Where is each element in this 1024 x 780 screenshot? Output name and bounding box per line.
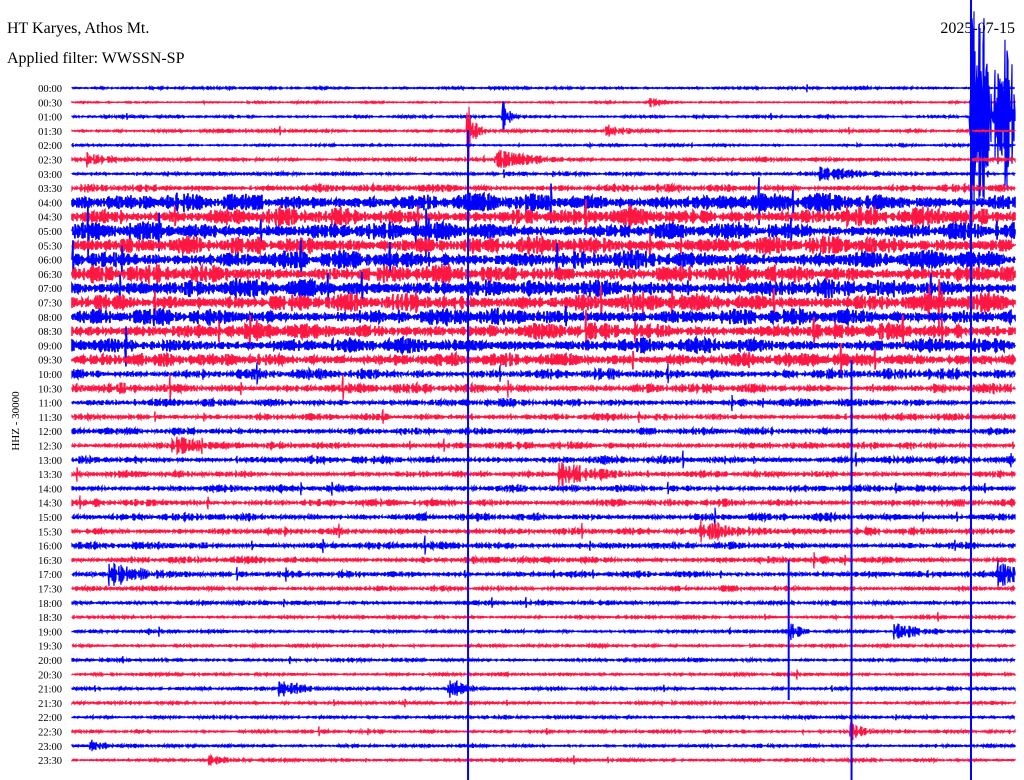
trace-23:00	[71, 739, 1016, 752]
row-label: 14:00	[38, 484, 62, 495]
trace-01:30	[71, 106, 1016, 158]
row-label: 10:30	[38, 384, 62, 395]
row-label: 17:00	[38, 570, 62, 581]
row-label: 05:00	[38, 227, 62, 238]
row-label: 18:30	[38, 613, 62, 624]
row-label: 05:30	[38, 241, 62, 252]
row-label: 02:00	[38, 141, 62, 152]
row-label: 13:30	[38, 470, 62, 481]
trace-19:30	[71, 641, 1016, 650]
trace-18:30	[71, 611, 1016, 622]
row-label: 06:00	[38, 256, 62, 267]
trace-18:00	[71, 596, 1016, 609]
trace-15:30	[71, 518, 1016, 543]
trace-12:00	[71, 425, 1016, 437]
row-label: 11:30	[38, 413, 62, 424]
trace-15:00	[71, 507, 1016, 528]
row-label: 15:30	[38, 527, 62, 538]
row-label: 20:30	[38, 670, 62, 681]
trace-23:30	[71, 753, 1016, 766]
row-label: 00:00	[38, 84, 62, 95]
trace-01:00	[71, 11, 1016, 226]
row-label: 13:00	[38, 456, 62, 467]
row-label: 10:00	[38, 370, 62, 381]
row-label: 09:30	[38, 356, 62, 367]
row-label: 15:00	[38, 513, 62, 524]
row-label: 04:00	[38, 198, 62, 209]
trace-03:30	[71, 181, 1016, 194]
trace-02:30	[71, 149, 1016, 169]
trace-11:00	[71, 394, 1016, 412]
trace-22:30	[71, 721, 1016, 741]
row-label: 01:00	[38, 113, 62, 124]
row-label: 14:30	[38, 499, 62, 510]
row-label: 20:00	[38, 656, 62, 667]
row-label: 17:30	[38, 585, 62, 596]
row-label: 02:30	[38, 156, 62, 167]
row-label: 03:30	[38, 184, 62, 195]
row-label: 22:00	[38, 713, 62, 724]
trace-12:30	[71, 436, 1016, 456]
trace-20:30	[71, 669, 1016, 680]
row-label: 19:30	[38, 642, 62, 653]
trace-14:00	[71, 481, 1016, 496]
row-label: 19:00	[38, 627, 62, 638]
trace-22:00	[71, 713, 1016, 722]
trace-08:00	[71, 306, 1016, 327]
trace-11:30	[71, 409, 1016, 424]
row-label: 04:30	[38, 213, 62, 224]
trace-14:30	[71, 495, 1016, 510]
trace-19:00	[71, 623, 1016, 641]
trace-13:00	[71, 450, 1016, 469]
trace-21:00	[71, 680, 1016, 698]
trace-00:00	[71, 84, 1015, 93]
trace-00:30	[71, 97, 1016, 108]
row-label: 23:30	[38, 756, 62, 767]
row-label: 07:00	[38, 284, 62, 295]
row-label: 22:30	[38, 728, 62, 739]
trace-16:00	[71, 535, 1016, 555]
row-label: 18:00	[38, 599, 62, 610]
row-label: 08:30	[38, 327, 62, 338]
row-label: 11:00	[38, 399, 62, 410]
row-label: 12:30	[38, 442, 62, 453]
trace-17:30	[71, 583, 1016, 594]
trace-17:00	[71, 560, 1016, 587]
row-label: 09:00	[38, 341, 62, 352]
row-label: 23:00	[38, 742, 62, 753]
trace-03:00	[71, 166, 1016, 182]
row-label: 03:00	[38, 170, 62, 181]
row-label: 21:00	[38, 685, 62, 696]
row-label: 01:30	[38, 127, 62, 138]
row-label: 06:30	[38, 270, 62, 281]
trace-13:30	[71, 461, 1016, 488]
trace-21:30	[71, 698, 1016, 708]
row-label: 16:30	[38, 556, 62, 567]
trace-16:30	[71, 552, 1016, 569]
trace-10:00	[71, 362, 1016, 385]
row-label: 12:00	[38, 427, 62, 438]
row-label: 21:30	[38, 699, 62, 710]
row-label: 07:30	[38, 299, 62, 310]
trace-02:00	[71, 141, 1016, 150]
row-label: 00:30	[38, 98, 62, 109]
row-label: 08:00	[38, 313, 62, 324]
trace-20:00	[71, 655, 1016, 665]
helicorder-plot: 00:00 00:30 01:00 01:30 02:00 02:30 03:00 03:30…	[38, 0, 1016, 780]
row-label: 16:00	[38, 542, 62, 553]
